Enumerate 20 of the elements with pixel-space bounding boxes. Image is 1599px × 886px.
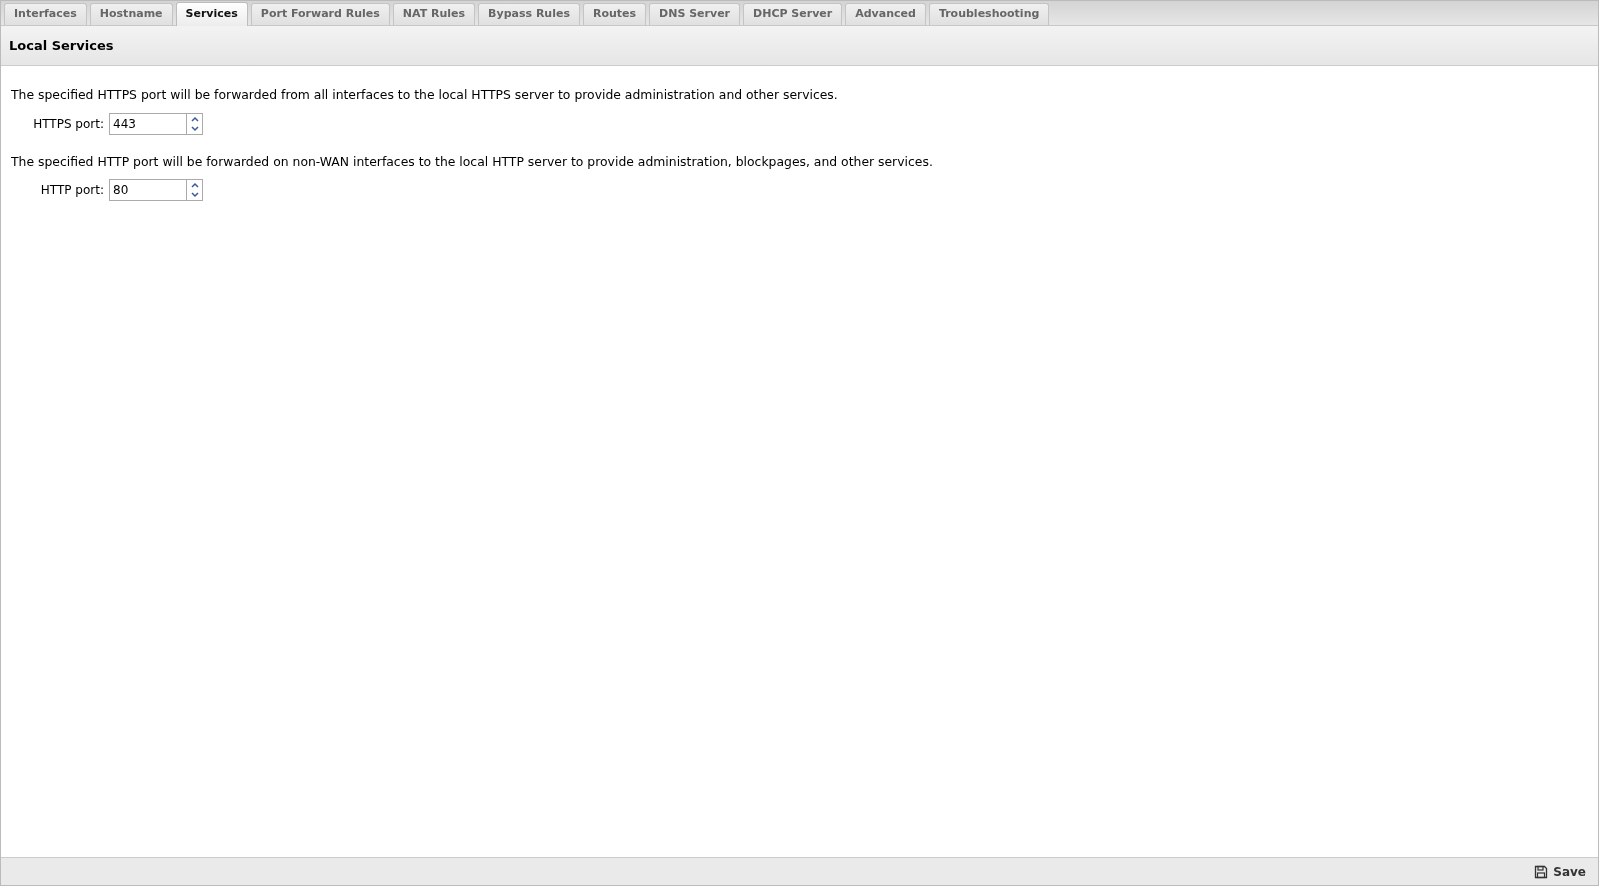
- save-icon: [1534, 864, 1549, 879]
- tab[interactable]: Advanced: [845, 3, 926, 25]
- tab[interactable]: NAT Rules: [392, 3, 476, 25]
- setting-description: The specified HTTPS port will be forwarded from all interfaces to the local HTTPS server to provide administration and other services.: [11, 86, 839, 104]
- port-input-field[interactable]: 80: [109, 179, 186, 202]
- tab[interactable]: DHCP Server: [743, 3, 843, 25]
- save-button[interactable]: Save: [1532, 862, 1588, 881]
- field-label: HTTP port:: [39, 182, 105, 200]
- tab[interactable]: Port Forward Rules: [250, 3, 390, 25]
- tab[interactable]: Troubleshooting: [928, 3, 1050, 25]
- panel-title: Local Services: [9, 36, 114, 55]
- tab[interactable]: Interfaces: [4, 3, 87, 25]
- tab[interactable]: Bypass Rules: [478, 3, 580, 25]
- tab[interactable]: DNS Server: [649, 3, 741, 25]
- field-label: HTTPS port:: [32, 115, 105, 133]
- tab[interactable]: Hostname: [89, 3, 173, 25]
- setting-description: The specified HTTP port will be forwarded on non-WAN interfaces to the local HTTP server to provide administration, blockpages, and other services.: [11, 152, 934, 171]
- tab[interactable]: Routes: [582, 3, 647, 25]
- tab[interactable]: Services: [175, 2, 248, 26]
- port-input-field[interactable]: 443: [109, 112, 186, 135]
